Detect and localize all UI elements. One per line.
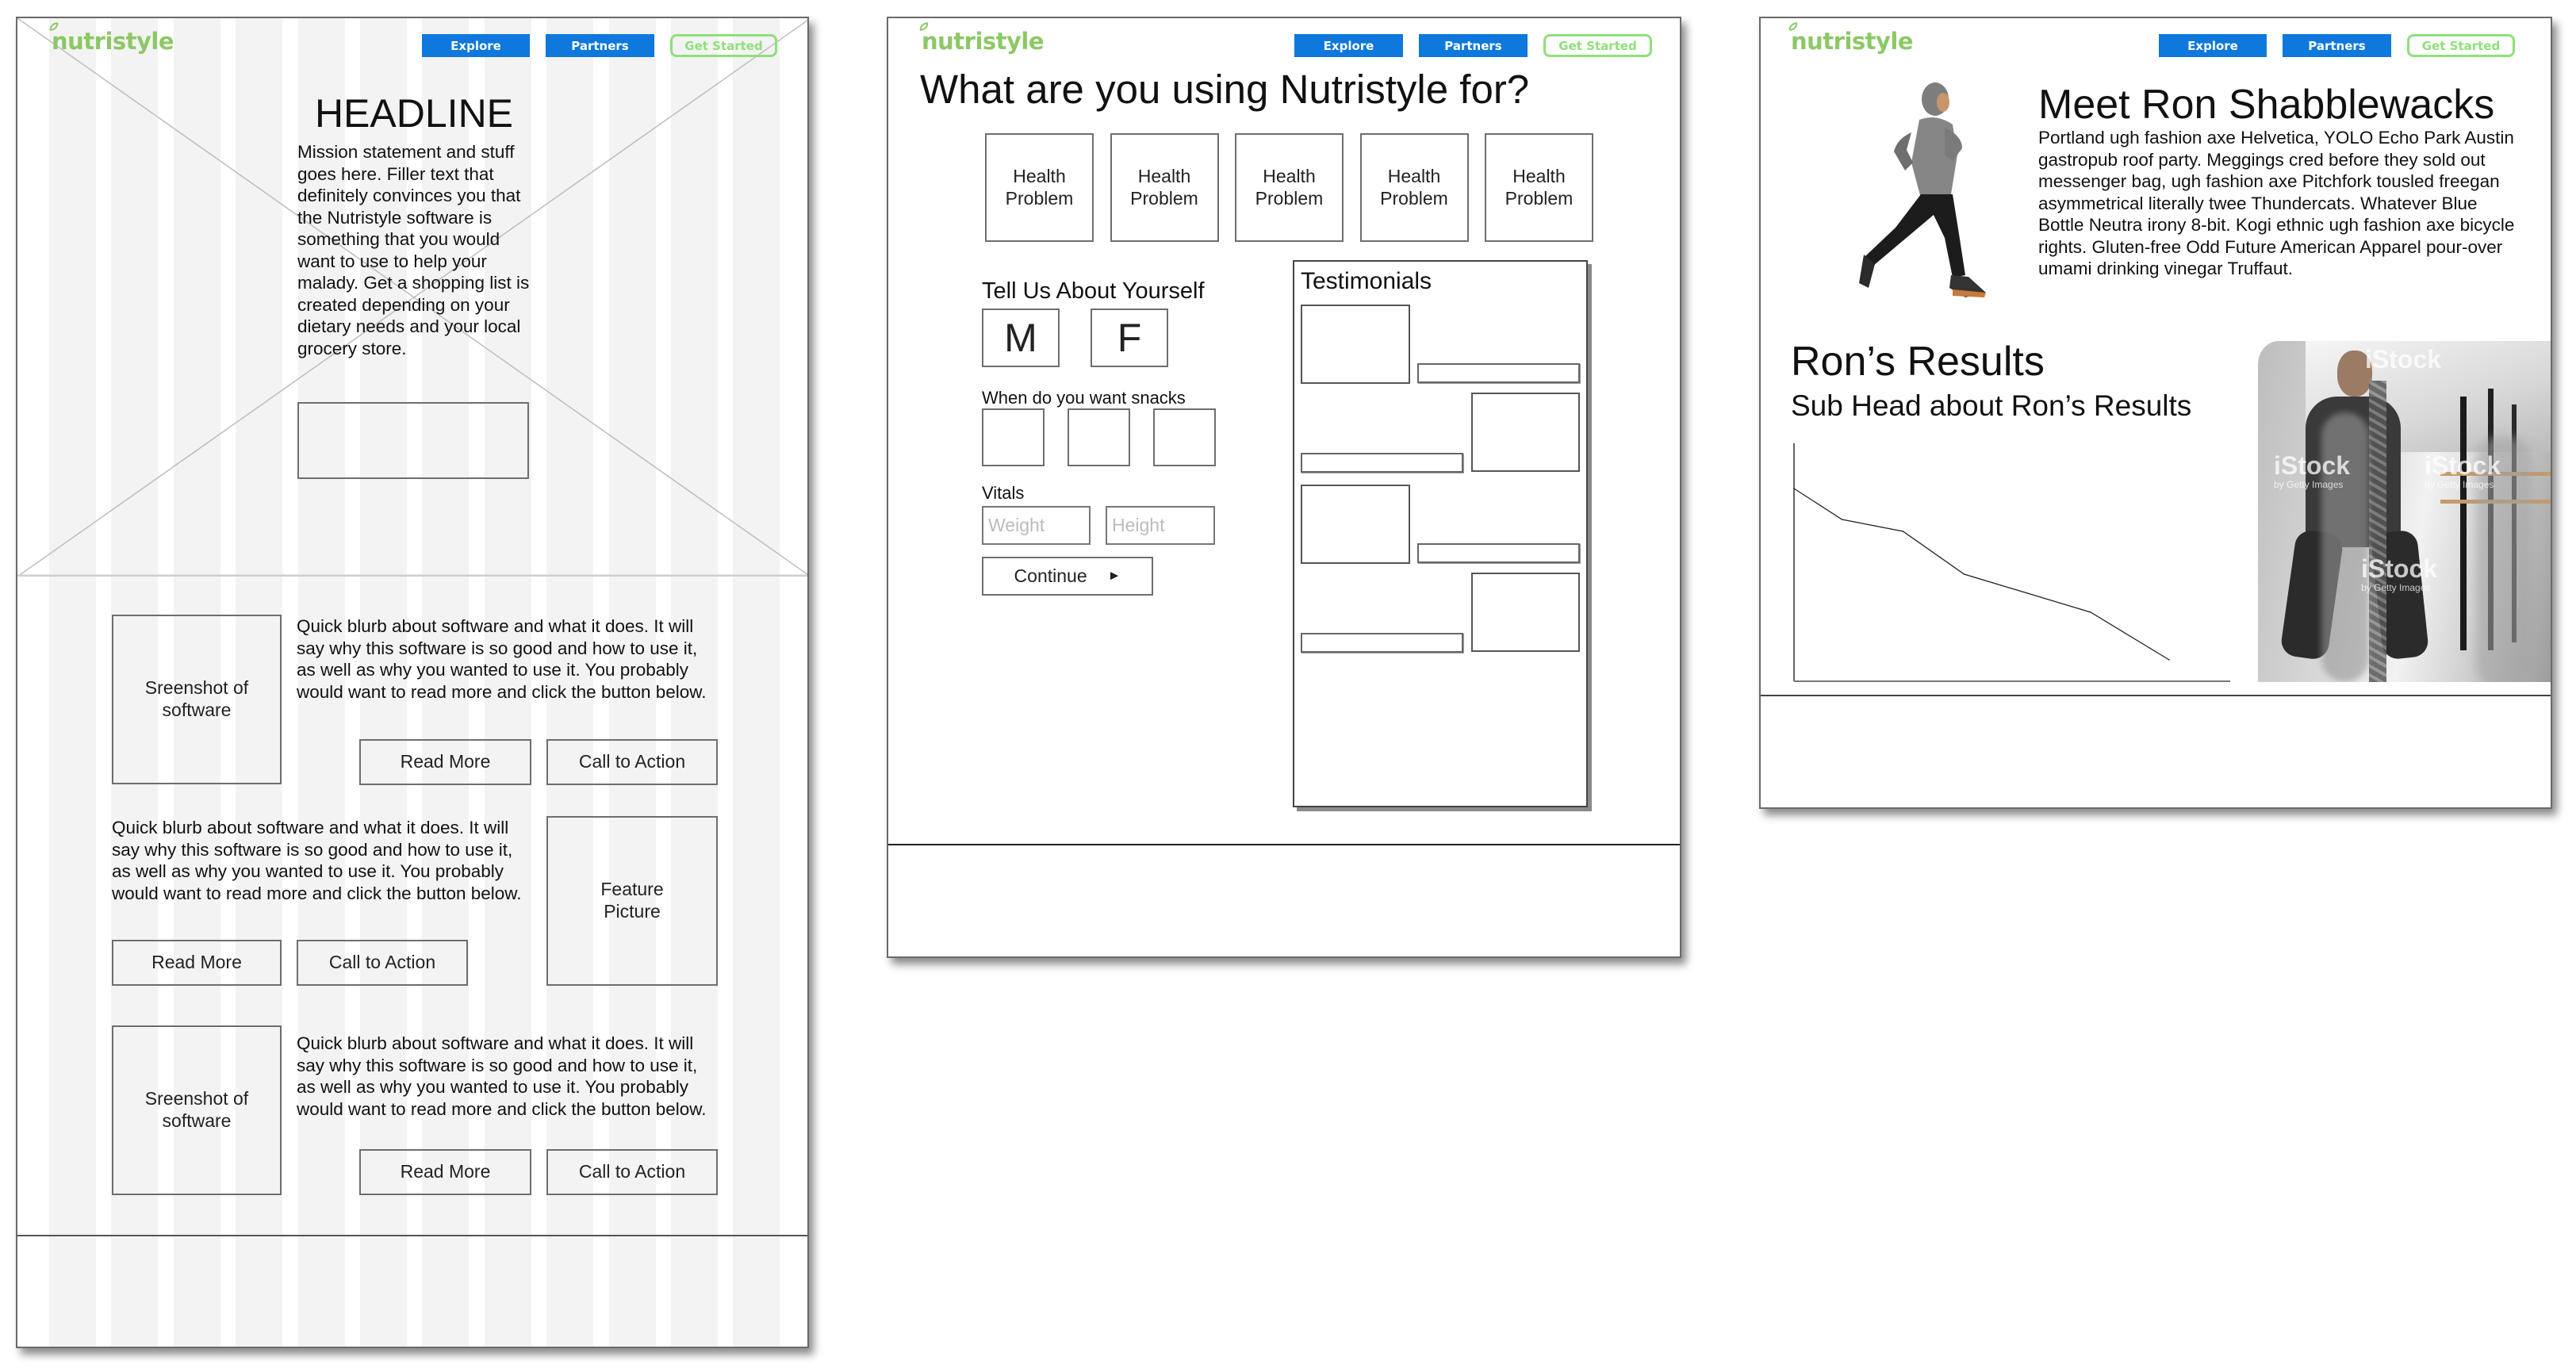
nav-partners-button[interactable]: Partners — [546, 34, 654, 57]
continue-button[interactable]: Continue ► — [982, 557, 1153, 596]
results-series-line — [1793, 488, 2170, 661]
stock-watermark: iStock by Getty Images — [2274, 451, 2351, 490]
testimonial-photo-placeholder — [1471, 393, 1580, 472]
call-to-action-button[interactable]: Call to Action — [546, 1149, 718, 1195]
nav-get-started-button[interactable]: Get Started — [1543, 34, 1652, 57]
data-point — [2090, 611, 2091, 613]
data-point — [1841, 519, 1843, 520]
nav-partners-button[interactable]: Partners — [1419, 34, 1528, 57]
read-more-button[interactable]: Read More — [359, 739, 531, 785]
artboard-home: nutristyle Explore Partners Get Started … — [16, 17, 809, 1348]
hero-cta-placeholder[interactable] — [297, 402, 529, 479]
health-problem-option[interactable]: Health Problem — [1485, 133, 1593, 242]
height-input[interactable] — [1106, 506, 1215, 545]
stock-watermark: iStock — [2365, 345, 2442, 374]
section-blurb: Quick blurb about software and what it d… — [112, 818, 522, 903]
stock-watermark: iStock by Getty Images — [2361, 554, 2438, 593]
results-title: Ron’s Results — [1791, 339, 2045, 385]
testimonials-title: Testimonials — [1301, 268, 1432, 294]
testimonials-panel: Testimonials — [1293, 260, 1588, 807]
testimonial-quote-placeholder — [1301, 453, 1463, 473]
testimonial-photo-placeholder — [1301, 305, 1410, 384]
call-to-action-button[interactable]: Call to Action — [297, 940, 468, 986]
stock-watermark: iStock by Getty Images — [2425, 451, 2501, 490]
battle-rope — [2369, 381, 2386, 682]
software-screenshot-placeholder: Sreenshot of software — [112, 1025, 282, 1195]
snacks-label: When do you want snacks — [982, 388, 1186, 408]
call-to-action-button[interactable]: Call to Action — [546, 739, 718, 785]
snack-time-option[interactable] — [1068, 408, 1130, 466]
nav-get-started-button[interactable]: Get Started — [670, 34, 777, 57]
data-point — [2168, 659, 2170, 661]
health-problem-option[interactable]: Health Problem — [1235, 133, 1344, 242]
section-blurb: Quick blurb about software and what it d… — [297, 1033, 707, 1119]
footer — [1761, 696, 2551, 807]
nav-partners-button[interactable]: Partners — [2283, 34, 2391, 57]
testimonial-quote-placeholder — [1417, 543, 1580, 563]
nav-get-started-button[interactable]: Get Started — [2407, 34, 2515, 57]
logo-text: nutristyle — [1791, 28, 1914, 55]
testimonial-photo-placeholder — [1471, 573, 1580, 652]
nutristyle-logo[interactable]: nutristyle — [1788, 22, 1914, 55]
vitals-label: Vitals — [982, 483, 1025, 503]
health-problem-option[interactable]: Health Problem — [1359, 133, 1469, 242]
gym-battle-rope-photo: iStock iStock by Getty Images iStock by Ge… — [2258, 341, 2551, 682]
footer — [888, 845, 1680, 956]
software-screenshot-placeholder: Sreenshot of software — [112, 615, 282, 784]
gender-female-option[interactable]: F — [1091, 309, 1168, 367]
logo-text: nutristyle — [922, 28, 1045, 55]
mission-statement: Mission statement and stuff goes here. F… — [297, 142, 530, 358]
testimonial-photo-placeholder — [1301, 485, 1410, 564]
testimonial-quote-placeholder — [1301, 633, 1463, 653]
nav-explore-button[interactable]: Explore — [1294, 34, 1403, 57]
continue-label: Continue — [1014, 565, 1087, 586]
data-point — [1793, 488, 1795, 489]
page-heading: What are you using Nutristyle for? — [920, 67, 1530, 112]
artboard-get-started: nutristyle Explore Partners Get Started … — [887, 17, 1681, 958]
footer — [17, 1236, 807, 1347]
results-subhead: Sub Head about Ron’s Results — [1791, 389, 2192, 422]
testimonial-title: Meet Ron Shabblewacks — [2038, 82, 2495, 128]
section-blurb: Quick blurb about software and what it d… — [297, 616, 707, 702]
gym-rack — [2460, 397, 2467, 650]
artboard-testimonial: nutristyle Explore Partners Get Started … — [1759, 17, 2552, 809]
read-more-button[interactable]: Read More — [112, 940, 282, 986]
weight-input[interactable] — [982, 506, 1091, 545]
logo-text: nutristyle — [52, 28, 174, 55]
health-problem-option[interactable]: Health Problem — [985, 133, 1094, 242]
runner-photo — [1859, 82, 1986, 297]
gender-male-option[interactable]: M — [982, 309, 1060, 367]
results-line-chart — [1793, 443, 2230, 682]
data-point — [1963, 573, 1965, 575]
nutristyle-logo[interactable]: nutristyle — [48, 22, 174, 55]
feature-picture-placeholder: Feature Picture — [546, 816, 718, 986]
nutristyle-logo[interactable]: nutristyle — [918, 22, 1045, 55]
runner-figure — [1859, 82, 1986, 297]
testimonial-bio: Portland ugh fashion axe Helvetica, YOLO… — [2038, 128, 2515, 278]
play-arrow-icon: ► — [1107, 568, 1121, 584]
nav-explore-button[interactable]: Explore — [422, 34, 530, 57]
health-problem-option[interactable]: Health Problem — [1110, 133, 1219, 242]
data-point — [1902, 531, 1904, 532]
testimonial-quote-placeholder — [1417, 363, 1580, 383]
snack-time-option[interactable] — [1153, 408, 1216, 466]
read-more-button[interactable]: Read More — [359, 1149, 531, 1195]
tell-us-heading: Tell Us About Yourself — [982, 278, 1205, 304]
hero-headline: HEADLINE — [314, 91, 514, 136]
nav-explore-button[interactable]: Explore — [2159, 34, 2267, 57]
snack-time-option[interactable] — [982, 408, 1045, 466]
